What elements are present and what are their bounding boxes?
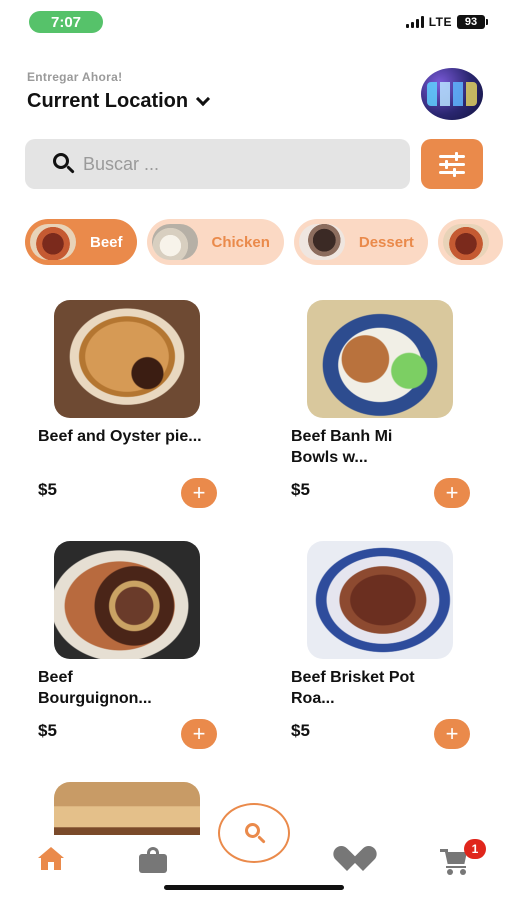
search-fab-button[interactable] — [218, 803, 290, 863]
network-type: LTE — [428, 15, 452, 29]
chevron-down-icon — [196, 91, 211, 106]
status-time: 7:07 — [29, 11, 103, 33]
product-name: Beef Bourguignon... — [38, 669, 152, 707]
search-bar[interactable] — [25, 139, 410, 189]
product-price: $5 — [38, 721, 57, 740]
category-list: Beef Chicken Dessert — [25, 219, 507, 265]
product-name: Beef Brisket Pot Roa... — [291, 669, 415, 707]
bottom-nav: 1 — [0, 803, 507, 900]
category-chip-dessert[interactable]: Dessert — [293, 219, 428, 265]
signal-icon — [405, 16, 424, 28]
category-thumbnail — [442, 224, 489, 260]
dessert-thumbnail — [298, 224, 345, 260]
current-location: Current Location — [27, 90, 189, 112]
home-indicator — [164, 885, 344, 890]
status-bar: 7:07 LTE 93 — [0, 0, 507, 44]
bag-icon[interactable] — [139, 847, 167, 873]
location-selector[interactable]: Current Location — [27, 90, 211, 113]
chicken-thumbnail — [151, 224, 198, 260]
food-image — [307, 300, 453, 418]
category-chip-more[interactable] — [437, 219, 503, 265]
heart-icon[interactable] — [330, 842, 380, 873]
search-icon — [53, 153, 75, 175]
sliders-icon — [439, 152, 465, 177]
category-chip-beef[interactable]: Beef — [25, 219, 137, 265]
product-price: $5 — [291, 721, 310, 740]
add-to-cart-button[interactable]: + — [181, 719, 217, 749]
search-input[interactable] — [83, 153, 383, 175]
food-image — [54, 300, 200, 418]
status-indicators: LTE 93 — [405, 15, 488, 29]
add-to-cart-button[interactable]: + — [434, 478, 470, 508]
home-icon[interactable] — [38, 847, 64, 871]
food-image — [54, 541, 200, 659]
avatar[interactable] — [421, 68, 483, 120]
category-label: Chicken — [211, 233, 270, 251]
deliver-label: Entregar Ahora! — [27, 70, 123, 84]
food-image[interactable] — [54, 782, 200, 842]
product-name: Beef and Oyster pie... — [38, 428, 202, 445]
add-to-cart-button[interactable]: + — [181, 478, 217, 508]
filter-button[interactable] — [421, 139, 483, 189]
product-price: $5 — [38, 480, 57, 499]
category-label: Beef — [90, 233, 123, 251]
product-price: $5 — [291, 480, 310, 499]
cart-badge: 1 — [464, 839, 486, 859]
add-to-cart-button[interactable]: + — [434, 719, 470, 749]
battery-icon: 93 — [457, 15, 488, 29]
category-label: Dessert — [358, 233, 414, 251]
food-image — [307, 541, 453, 659]
location-header: Entregar Ahora! Current Location — [27, 70, 211, 113]
beef-thumbnail — [30, 224, 76, 260]
product-name: Beef Banh Mi Bowls w... — [291, 428, 393, 466]
category-chip-chicken[interactable]: Chicken — [146, 219, 284, 265]
